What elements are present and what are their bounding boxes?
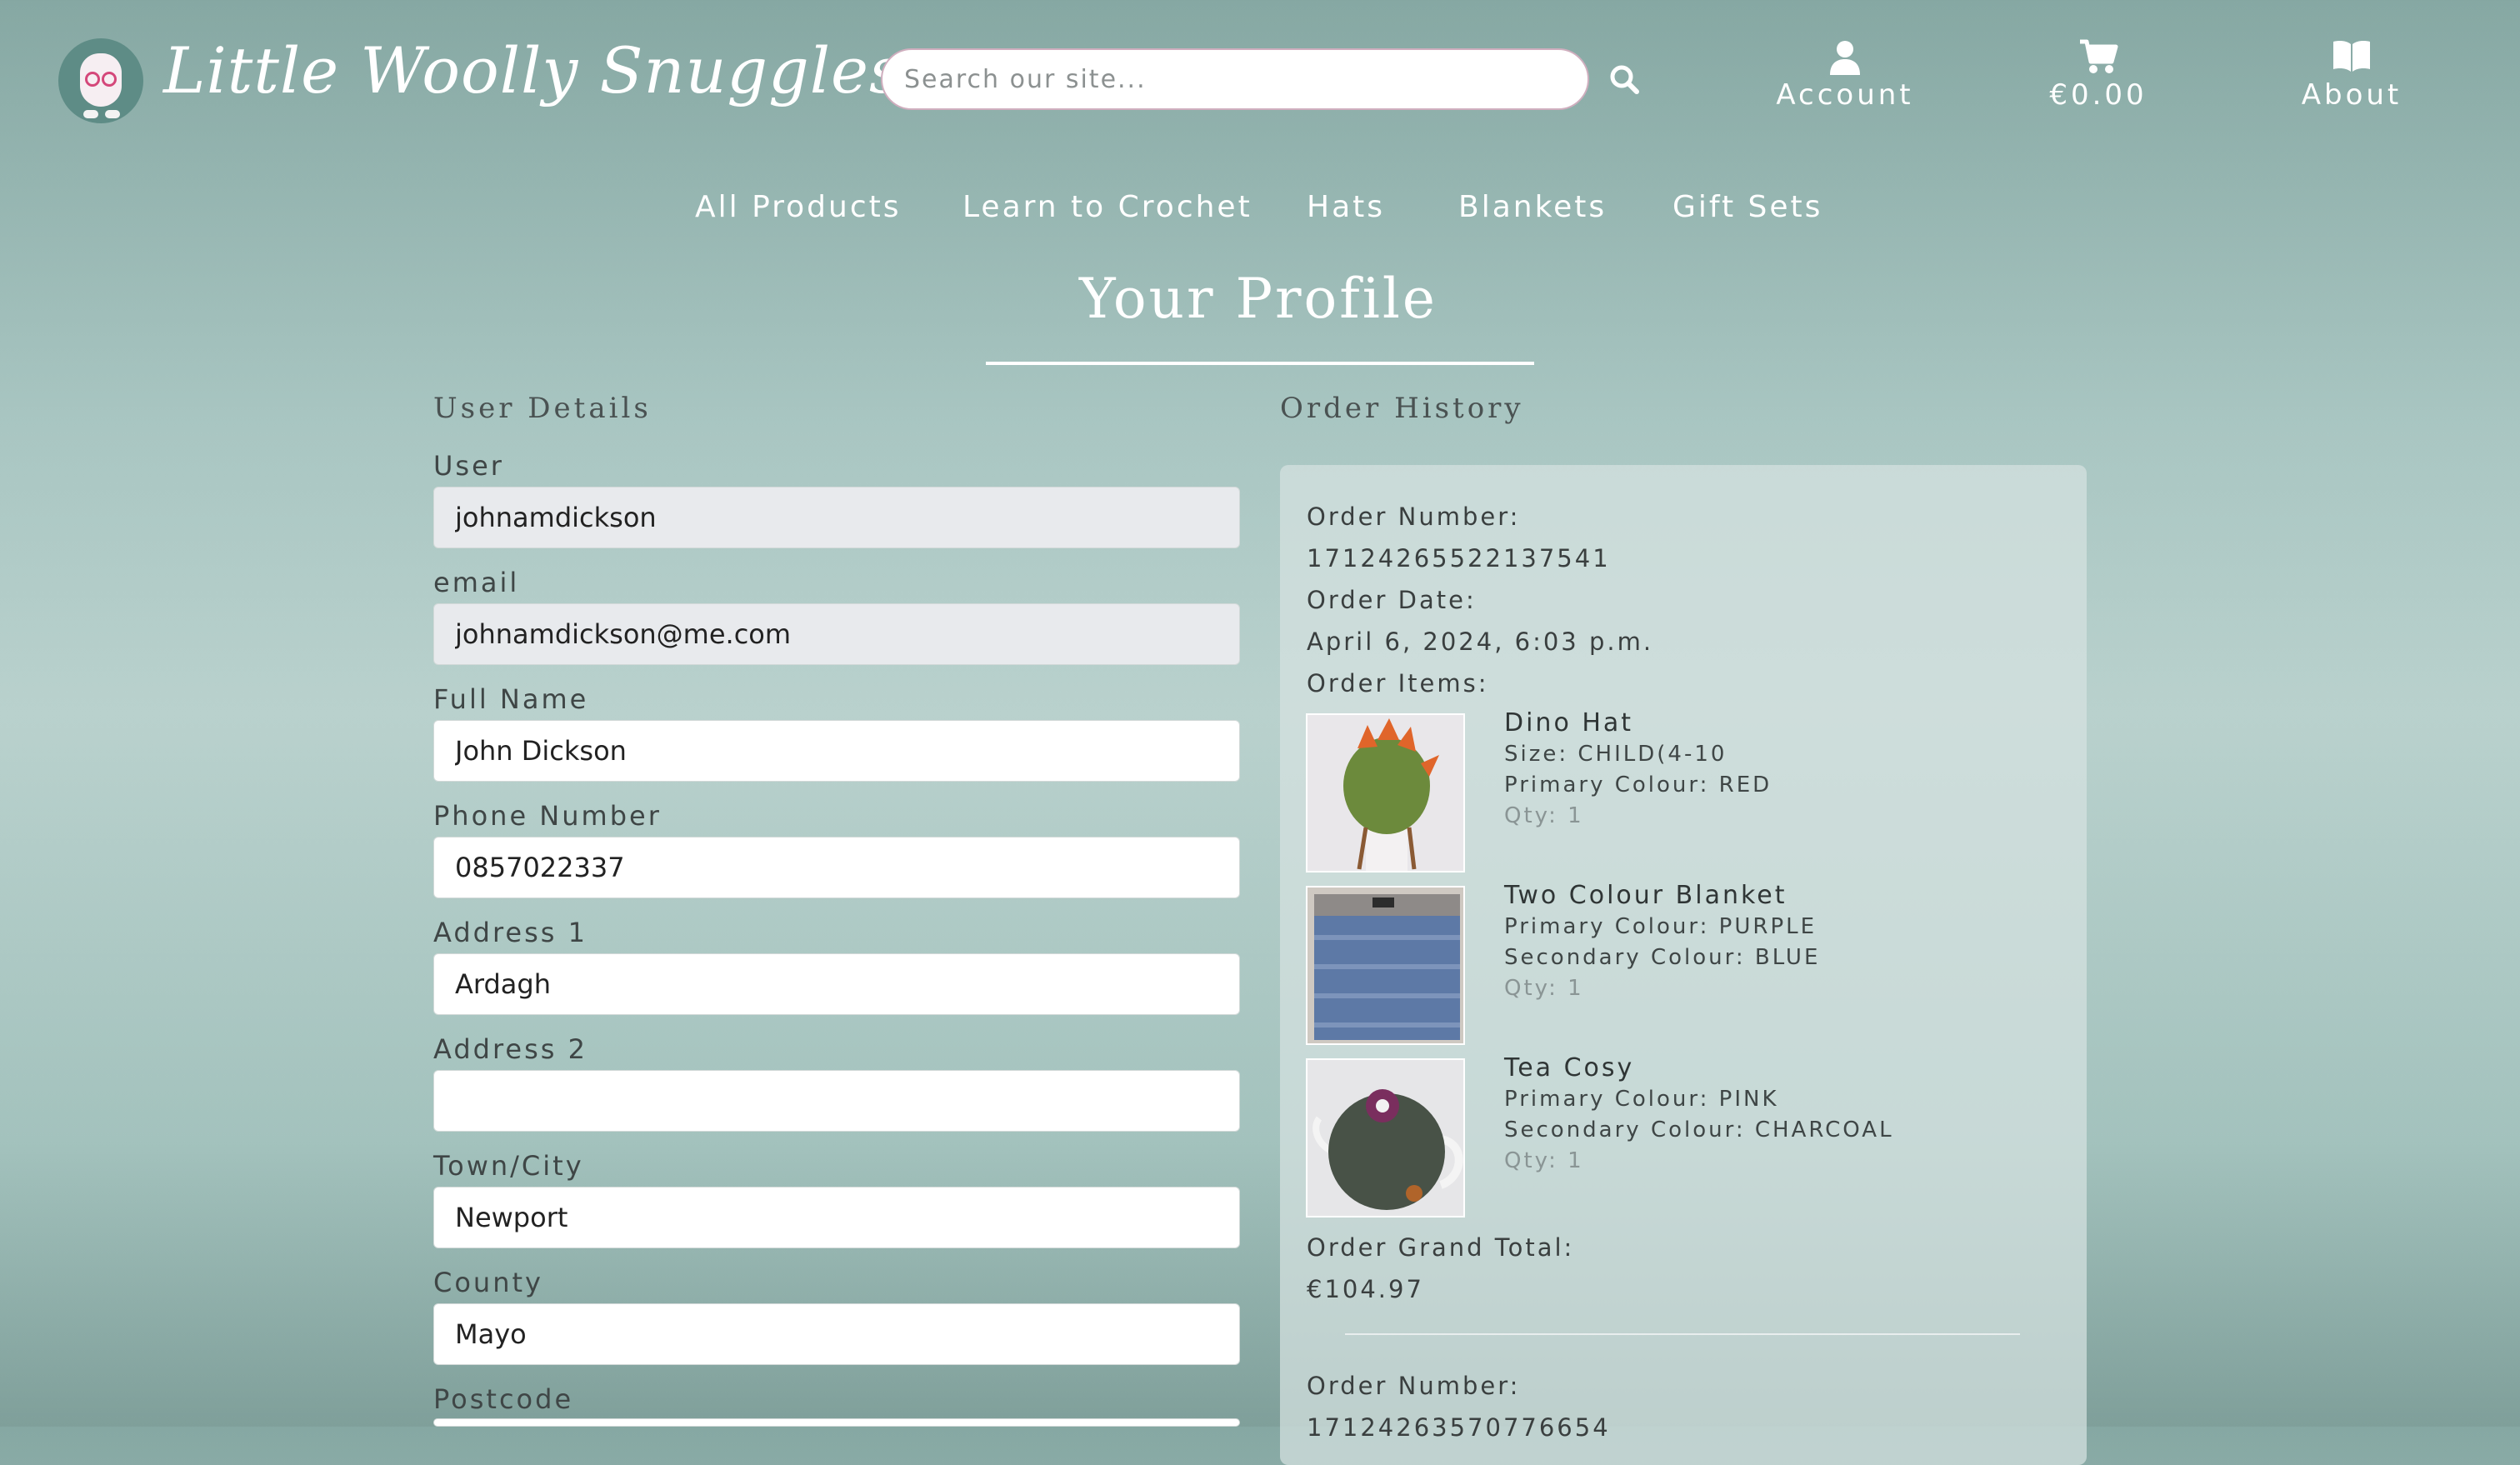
email-field[interactable] xyxy=(433,603,1240,665)
county-label: County xyxy=(433,1267,543,1298)
user-details-heading: User Details xyxy=(433,392,652,425)
item-qty: Qty: 1 xyxy=(1504,976,1584,1001)
full-name-label: Full Name xyxy=(433,683,589,715)
nav-learn-to-crochet[interactable]: Learn to Crochet xyxy=(962,190,1252,224)
nav-hats[interactable]: Hats xyxy=(1307,190,1385,224)
two-colour-blanket-image[interactable] xyxy=(1306,886,1465,1045)
about-label: About xyxy=(2301,78,2402,112)
page-title: Your Profile xyxy=(1078,267,1438,331)
item-name: Tea Cosy xyxy=(1504,1053,1635,1082)
postcode-label: Postcode xyxy=(433,1383,574,1415)
order-divider xyxy=(1345,1333,2020,1335)
order-items-label: Order Items: xyxy=(1307,669,1489,698)
address1-label: Address 1 xyxy=(433,917,588,948)
item-attr: Primary Colour: PINK xyxy=(1504,1087,1779,1112)
sheep-face xyxy=(80,53,122,107)
county-field[interactable] xyxy=(433,1303,1240,1365)
account-label: Account xyxy=(1776,78,1914,112)
user-icon xyxy=(1830,41,1860,75)
tea-cosy-image[interactable] xyxy=(1306,1058,1465,1218)
sheep-foot-left xyxy=(83,110,98,118)
phone-label: Phone Number xyxy=(433,800,662,832)
email-label: email xyxy=(433,567,520,598)
order-total-label: Order Grand Total: xyxy=(1307,1233,1575,1262)
item-name: Dino Hat xyxy=(1504,708,1634,738)
dino-hat-image[interactable] xyxy=(1306,713,1465,872)
address2-field[interactable] xyxy=(433,1070,1240,1132)
nav-gift-sets[interactable]: Gift Sets xyxy=(1672,190,1822,224)
search-input[interactable] xyxy=(881,48,1589,110)
sheep-foot-right xyxy=(105,110,120,118)
sheep-eye-left xyxy=(85,72,100,87)
order-number-label: Order Number: xyxy=(1307,1372,1521,1400)
item-attr: Primary Colour: RED xyxy=(1504,772,1772,798)
address2-label: Address 2 xyxy=(433,1033,588,1065)
order-date: April 6, 2024, 6:03 p.m. xyxy=(1307,628,1654,656)
item-name: Two Colour Blanket xyxy=(1504,881,1788,910)
title-divider xyxy=(986,362,1534,365)
order-number: 17124265522137541 xyxy=(1307,544,1611,572)
town-city-label: Town/City xyxy=(433,1150,584,1182)
town-city-field[interactable] xyxy=(433,1187,1240,1248)
sheep-eye-right xyxy=(102,72,117,87)
phone-field[interactable] xyxy=(433,837,1240,898)
account-link[interactable]: Account xyxy=(1762,38,1928,112)
search-button[interactable] xyxy=(1607,62,1643,98)
brand-name[interactable]: Little Woolly Snuggles xyxy=(163,33,902,108)
cart-link[interactable]: €0.00 xyxy=(2015,38,2182,112)
order-history-heading: Order History xyxy=(1280,392,1524,425)
nav-blankets[interactable]: Blankets xyxy=(1458,190,1607,224)
user-field[interactable] xyxy=(433,487,1240,548)
order-date-label: Order Date: xyxy=(1307,586,1477,614)
full-name-field[interactable] xyxy=(433,720,1240,782)
order-number-label: Order Number: xyxy=(1307,502,1521,531)
book-icon xyxy=(2333,41,2370,72)
about-link[interactable]: About xyxy=(2268,38,2435,112)
item-attr: Size: CHILD(4-10 xyxy=(1504,742,1728,767)
order-total: €104.97 xyxy=(1307,1275,1424,1303)
cart-icon xyxy=(2080,39,2118,73)
user-label: User xyxy=(433,450,504,482)
logo-sheep-icon[interactable] xyxy=(58,38,143,123)
item-qty: Qty: 1 xyxy=(1504,1148,1584,1173)
order-number: 17124263570776654 xyxy=(1307,1413,1611,1442)
item-attr: Secondary Colour: BLUE xyxy=(1504,945,1821,970)
cart-total: €0.00 xyxy=(2049,78,2148,112)
search-icon xyxy=(1610,65,1639,94)
item-qty: Qty: 1 xyxy=(1504,803,1584,828)
postcode-field[interactable] xyxy=(433,1418,1240,1427)
item-attr: Primary Colour: PURPLE xyxy=(1504,914,1818,939)
address1-field[interactable] xyxy=(433,953,1240,1015)
nav-all-products[interactable]: All Products xyxy=(695,190,902,224)
item-attr: Secondary Colour: CHARCOAL xyxy=(1504,1118,1894,1142)
